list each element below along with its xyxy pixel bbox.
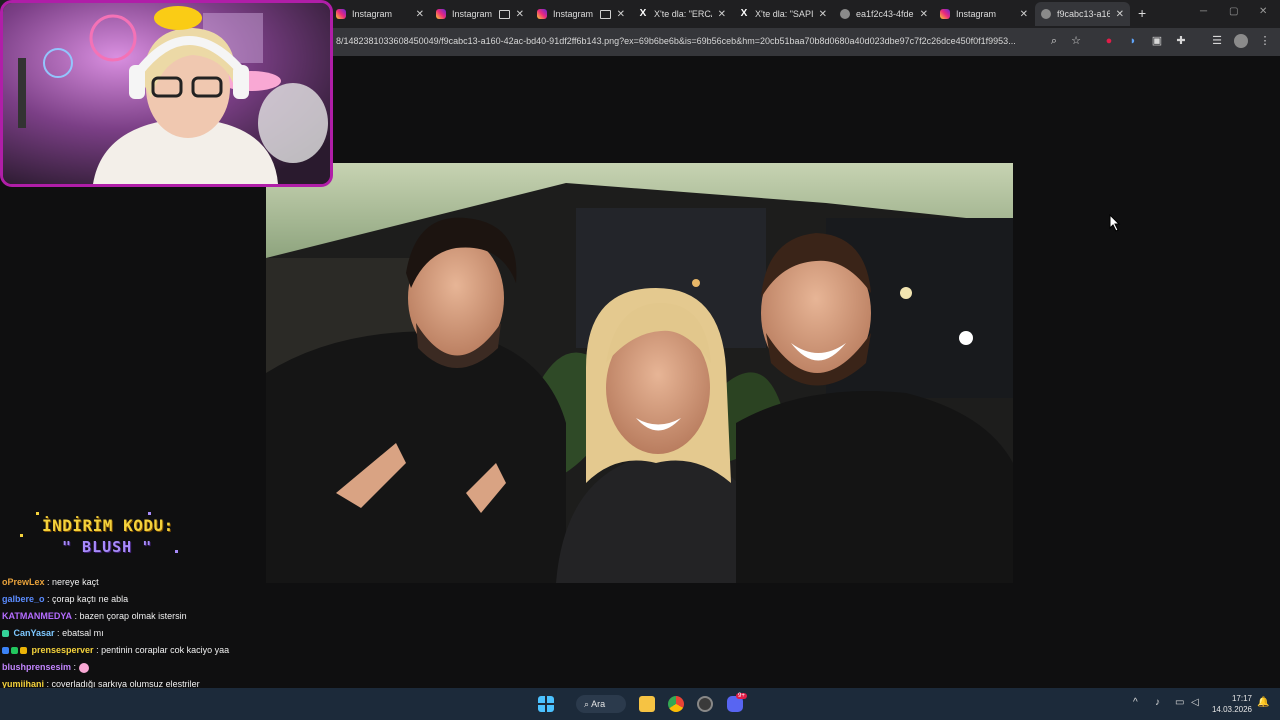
extension-record-icon[interactable]: ● — [1102, 34, 1116, 48]
photo-illustration — [266, 163, 1013, 583]
system-clock[interactable]: 17:17 14.03.2026 — [1212, 693, 1252, 715]
promo-title: İNDİRİM KODU: — [42, 516, 174, 535]
globe-icon — [1041, 9, 1051, 19]
chat-text: çorap kaçtı ne abla — [52, 594, 129, 604]
instagram-icon — [336, 9, 346, 19]
browser-tab[interactable]: X X'te dla: "SAPII ✕ — [733, 2, 833, 26]
browser-tab[interactable]: Instagram ✕ — [531, 2, 631, 26]
file-explorer-icon[interactable] — [639, 696, 655, 712]
taskbar-search-box[interactable]: ⌕ Ara — [576, 695, 626, 713]
promo-code: " BLUSH " — [62, 538, 153, 556]
extension-audio-icon[interactable]: ◗ — [1126, 34, 1140, 48]
tab-label: X'te dla: "ERCA — [654, 9, 712, 19]
search-icon: ⌕ — [584, 699, 590, 709]
chat-username[interactable]: galbere_o — [2, 594, 45, 604]
mouse-cursor-icon — [1109, 214, 1121, 232]
emote-icon — [78, 662, 89, 673]
webcam-feed — [3, 3, 330, 184]
displayed-photo — [266, 163, 1013, 583]
browser-tab[interactable]: Instagram ✕ — [330, 2, 430, 26]
close-tab-icon[interactable]: ✕ — [1020, 9, 1028, 20]
microphone-icon[interactable]: ♪ — [1155, 697, 1160, 708]
instagram-icon — [940, 9, 950, 19]
chrome-icon[interactable] — [668, 696, 684, 712]
sparkle-icon — [148, 512, 151, 515]
close-tab-icon[interactable]: ✕ — [416, 9, 424, 20]
tab-label: ea1f2c43-4fde — [856, 9, 914, 19]
chat-message: CanYasar : ebatsal mı — [2, 627, 232, 640]
extension-shield-icon[interactable]: ▣ — [1150, 34, 1164, 48]
instagram-icon — [436, 9, 446, 19]
chat-message: oPrewLex : nereye kaçt — [2, 577, 99, 587]
chat-username[interactable]: blushprensesim — [2, 662, 71, 672]
media-playing-icon[interactable] — [498, 9, 510, 19]
browser-tab-active[interactable]: f9cabc13-a160 ✕ — [1035, 2, 1130, 26]
maximize-icon[interactable]: ▢ — [1229, 6, 1238, 17]
profile-avatar-icon[interactable] — [1234, 34, 1248, 48]
chat-text: ebatsal mı — [62, 628, 104, 638]
tab-label: Instagram — [553, 9, 594, 19]
url-field[interactable]: 8/1482381033608450049/f9cabc13-a160-42ac… — [336, 36, 1041, 46]
chat-username[interactable]: prensesperver — [32, 645, 94, 655]
chat-message: galbere_o : çorap kaçtı ne abla — [2, 594, 129, 604]
network-icon[interactable]: ▭ — [1175, 697, 1184, 708]
moderator-badge-icon — [2, 647, 9, 655]
streamer-webcam-overlay — [0, 0, 333, 187]
browser-menu-icon[interactable]: ⋮ — [1258, 34, 1272, 48]
sparkle-icon — [20, 534, 23, 537]
tray-overflow-icon[interactable]: ^ — [1133, 697, 1138, 708]
globe-icon — [840, 9, 850, 19]
minimize-icon[interactable]: ─ — [1200, 6, 1207, 17]
extensions-puzzle-icon[interactable]: ✚ — [1174, 34, 1188, 48]
gift-badge-icon — [20, 647, 27, 655]
obs-icon[interactable] — [697, 696, 713, 712]
windows-taskbar: ⌕ Ara 9+ ^ ♪ ▭ ◁ 17:17 14.03.2026 🔔 — [0, 688, 1280, 720]
close-tab-icon[interactable]: ✕ — [819, 9, 827, 20]
new-tab-button[interactable]: + — [1138, 5, 1146, 21]
chat-message: blushprensesim : — [2, 661, 232, 674]
x-icon: X — [639, 8, 647, 19]
tab-label: Instagram — [956, 9, 997, 19]
tab-label: Instagram — [352, 9, 393, 19]
chat-username[interactable]: KATMANMEDYA — [2, 611, 72, 621]
browser-tab[interactable]: ea1f2c43-4fde ✕ — [834, 2, 934, 26]
bookmark-star-icon[interactable]: ☆ — [1069, 34, 1083, 48]
tab-label: f9cabc13-a160 — [1057, 9, 1110, 19]
close-tab-icon[interactable]: ✕ — [516, 9, 524, 20]
chat-message: KATMANMEDYA : bazen çorap olmak istersin — [2, 611, 187, 621]
chat-username[interactable]: CanYasar — [14, 628, 55, 638]
sparkle-icon — [36, 512, 39, 515]
subscriber-badge-icon — [2, 630, 9, 638]
windows-start-icon[interactable] — [538, 696, 554, 712]
chat-text: bazen çorap olmak istersin — [79, 611, 187, 621]
notifications-bell-icon[interactable]: 🔔 — [1257, 697, 1269, 708]
close-window-icon[interactable]: ✕ — [1259, 6, 1267, 17]
notification-badge: 9+ — [736, 693, 747, 699]
chat-username[interactable]: oPrewLex — [2, 577, 45, 587]
zoom-icon[interactable]: ⌕ — [1047, 34, 1061, 48]
tab-label: Instagram — [452, 9, 493, 19]
sparkle-icon — [175, 550, 178, 553]
chat-text: pentinin coraplar cok kaciyo yaa — [101, 645, 230, 655]
browser-tab[interactable]: X X'te dla: "ERCA ✕ — [632, 2, 732, 26]
clock-date: 14.03.2026 — [1211, 705, 1252, 714]
browser-tab[interactable]: Instagram ✕ — [934, 2, 1034, 26]
clock-time: 17:17 — [1231, 694, 1252, 703]
discount-code-promo: İNDİRİM KODU: " BLUSH " — [20, 510, 190, 565]
chat-text: nereye kaçt — [52, 577, 99, 587]
close-tab-icon[interactable]: ✕ — [617, 9, 625, 20]
tab-label: X'te dla: "SAPII — [755, 9, 813, 19]
search-label: Ara — [591, 699, 606, 709]
media-playing-icon[interactable] — [599, 9, 611, 19]
close-tab-icon[interactable]: ✕ — [920, 9, 928, 20]
volume-icon[interactable]: ◁ — [1191, 697, 1199, 708]
instagram-icon — [537, 9, 547, 19]
browser-tab[interactable]: Instagram ✕ — [430, 2, 530, 26]
subscriber-badge-icon — [11, 647, 18, 655]
media-queue-icon[interactable]: ☰ — [1210, 34, 1224, 48]
chat-message: prensesperver : pentinin coraplar cok ka… — [2, 644, 232, 657]
x-icon: X — [740, 8, 748, 19]
close-tab-icon[interactable]: ✕ — [1116, 9, 1124, 20]
close-tab-icon[interactable]: ✕ — [718, 9, 726, 20]
